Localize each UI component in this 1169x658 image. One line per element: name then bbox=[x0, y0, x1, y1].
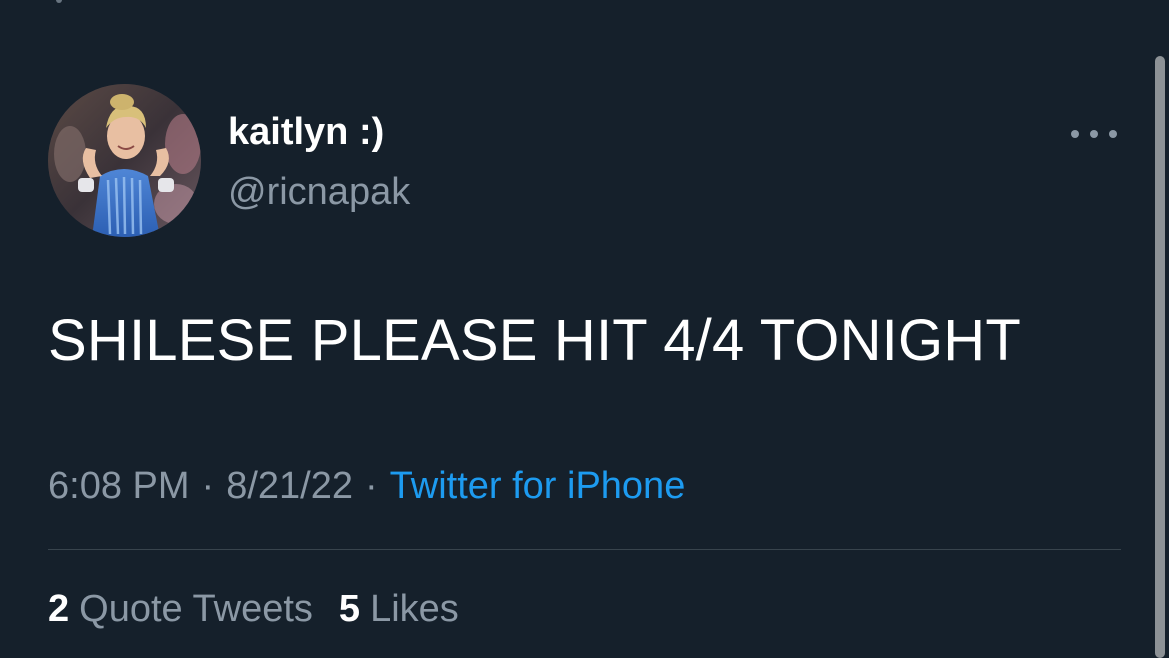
likes-label: Likes bbox=[370, 588, 459, 630]
display-name[interactable]: kaitlyn :) bbox=[228, 111, 384, 154]
likes-count: 5 bbox=[338, 588, 361, 630]
quote-tweets-label: Quote Tweets bbox=[79, 588, 313, 630]
tweet-metadata: 6:08 PM · 8/21/22 · Twitter for iPhone bbox=[48, 464, 685, 510]
scrollbar[interactable] bbox=[1155, 56, 1165, 658]
more-options-icon[interactable] bbox=[1071, 124, 1117, 144]
user-handle[interactable]: @ricnapak bbox=[228, 171, 410, 214]
tweet-text: SHILESE PLEASE HIT 4/4 TONIGHT bbox=[48, 308, 1022, 373]
tweet-source-link[interactable]: Twitter for iPhone bbox=[390, 465, 686, 507]
tweet-time[interactable]: 6:08 PM bbox=[48, 465, 190, 507]
engagement-stats: 2 Quote Tweets 5 Likes bbox=[48, 587, 459, 633]
avatar-photo bbox=[48, 84, 201, 237]
meta-separator: · bbox=[201, 465, 215, 507]
divider bbox=[48, 549, 1121, 550]
more-dot bbox=[1109, 130, 1117, 138]
avatar[interactable] bbox=[48, 84, 201, 237]
quote-tweets-count: 2 bbox=[48, 588, 70, 630]
meta-separator: · bbox=[364, 465, 378, 507]
tweet-date[interactable]: 8/21/22 bbox=[226, 465, 353, 507]
quote-tweets-stat[interactable]: 2 Quote Tweets bbox=[48, 587, 313, 633]
more-dot bbox=[1090, 130, 1098, 138]
top-edge-fragment bbox=[56, 0, 62, 3]
likes-stat[interactable]: 5 Likes bbox=[339, 587, 459, 633]
more-dot bbox=[1071, 130, 1079, 138]
tweet-header: kaitlyn :) @ricnapak bbox=[48, 84, 1121, 239]
